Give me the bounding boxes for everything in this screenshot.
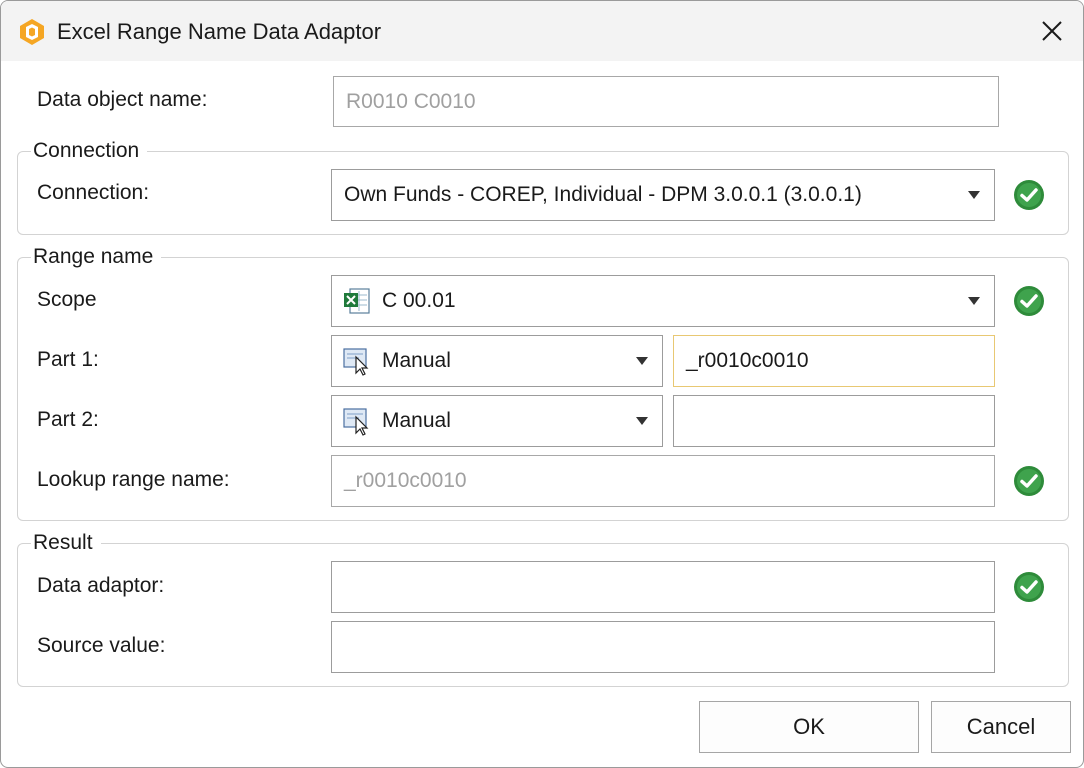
chevron-down-icon — [636, 357, 648, 365]
data-object-name-value: R0010 C0010 — [346, 89, 476, 113]
check-circle-icon — [1014, 466, 1044, 496]
dialog-window: Excel Range Name Data Adaptor Data objec… — [0, 0, 1084, 768]
chevron-down-icon — [968, 297, 980, 305]
part2-mode-dropdown[interactable]: Manual — [331, 395, 663, 447]
close-button[interactable] — [1021, 1, 1083, 61]
manual-cursor-icon — [343, 348, 369, 376]
scope-dropdown[interactable]: C 00.01 — [331, 275, 995, 327]
check-circle-icon — [1014, 180, 1044, 210]
part1-mode-value: Manual — [382, 349, 451, 372]
connection-group-title: Connection — [31, 137, 148, 165]
excel-sheet-icon — [344, 288, 370, 314]
check-circle-icon — [1014, 286, 1044, 316]
part2-input[interactable] — [673, 395, 995, 447]
lookup-range-name-value: _r0010c0010 — [344, 469, 467, 492]
scope-label: Scope — [37, 288, 97, 311]
result-group-title: Result — [31, 529, 101, 557]
lookup-range-name-field[interactable]: _r0010c0010 — [331, 455, 995, 507]
chevron-down-icon — [636, 417, 648, 425]
connection-value: Own Funds - COREP, Individual - DPM 3.0.… — [344, 183, 862, 206]
part1-label: Part 1: — [37, 348, 99, 371]
close-icon — [1042, 21, 1062, 41]
range-name-group-title: Range name — [31, 243, 162, 271]
cancel-button[interactable]: Cancel — [931, 701, 1071, 753]
check-circle-icon — [1014, 572, 1044, 602]
title-bar: Excel Range Name Data Adaptor — [1, 1, 1083, 61]
manual-cursor-icon — [343, 408, 369, 436]
source-value-label: Source value: — [37, 634, 166, 657]
ok-button[interactable]: OK — [699, 701, 919, 753]
part2-mode-value: Manual — [382, 409, 451, 432]
lookup-range-name-label: Lookup range name: — [37, 468, 230, 491]
data-object-name-label: Data object name: — [37, 88, 208, 111]
part1-input[interactable]: _r0010c0010 — [673, 335, 995, 387]
scope-value: C 00.01 — [382, 289, 456, 312]
part1-mode-dropdown[interactable]: Manual — [331, 335, 663, 387]
data-adaptor-field[interactable] — [331, 561, 995, 613]
data-adaptor-label: Data adaptor: — [37, 574, 165, 597]
connection-dropdown[interactable]: Own Funds - COREP, Individual - DPM 3.0.… — [331, 169, 995, 221]
part1-value: _r0010c0010 — [686, 349, 809, 372]
window-title: Excel Range Name Data Adaptor — [57, 19, 382, 44]
part2-label: Part 2: — [37, 408, 99, 431]
chevron-down-icon — [968, 191, 980, 199]
data-object-name-field[interactable]: R0010 C0010 — [333, 76, 999, 127]
connection-label: Connection: — [37, 181, 150, 204]
source-value-field[interactable] — [331, 621, 995, 673]
app-logo-icon — [20, 19, 44, 45]
